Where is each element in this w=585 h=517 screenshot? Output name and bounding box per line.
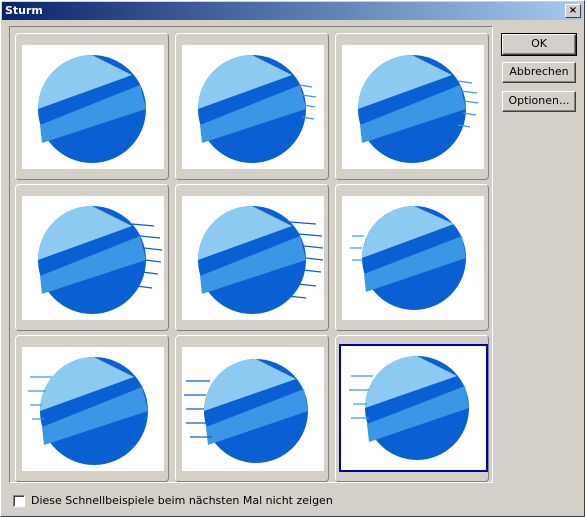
storm-sphere-image — [184, 359, 308, 463]
preview-thumbnail — [22, 45, 164, 169]
preview-thumbnail — [339, 344, 488, 472]
storm-sphere-image — [350, 206, 466, 310]
storm-sphere-image — [349, 356, 469, 460]
cancel-button[interactable]: Abbrechen — [502, 62, 576, 83]
preview-cell[interactable] — [15, 184, 169, 331]
preview-cell[interactable] — [175, 335, 329, 482]
preview-cell-selected[interactable] — [335, 335, 489, 482]
dont-show-again-label: Diese Schnellbeispiele beim nächsten Mal… — [31, 494, 333, 507]
storm-sphere-image — [198, 206, 324, 314]
preview-cell[interactable] — [175, 33, 329, 180]
storm-sphere-image — [358, 55, 479, 163]
options-button[interactable]: Optionen... — [502, 91, 576, 112]
preview-cell[interactable] — [15, 33, 169, 180]
preview-thumbnail — [182, 196, 324, 320]
preview-thumbnail — [342, 196, 484, 320]
dont-show-again-checkbox[interactable] — [13, 495, 25, 507]
close-icon: × — [568, 5, 578, 16]
preview-thumbnail — [182, 45, 324, 169]
ok-button[interactable]: OK — [501, 33, 577, 56]
close-button[interactable]: × — [565, 4, 581, 18]
window-title: Sturm — [5, 4, 43, 17]
preview-grid — [9, 26, 493, 483]
preview-cell[interactable] — [175, 184, 329, 331]
storm-sphere-image — [38, 55, 146, 163]
preview-cell[interactable] — [15, 335, 169, 482]
dialog-window: Sturm × OK Abbrechen Optionen... Diese S… — [0, 0, 585, 517]
preview-cell[interactable] — [335, 184, 489, 331]
preview-thumbnail — [22, 347, 164, 471]
storm-sphere-image — [38, 206, 163, 314]
title-bar: Sturm × — [2, 2, 583, 20]
preview-thumbnail — [22, 196, 164, 320]
preview-thumbnail — [342, 45, 484, 169]
preview-cell[interactable] — [335, 33, 489, 180]
storm-sphere-image — [28, 357, 148, 465]
storm-sphere-image — [198, 55, 317, 163]
preview-thumbnail — [182, 347, 324, 471]
